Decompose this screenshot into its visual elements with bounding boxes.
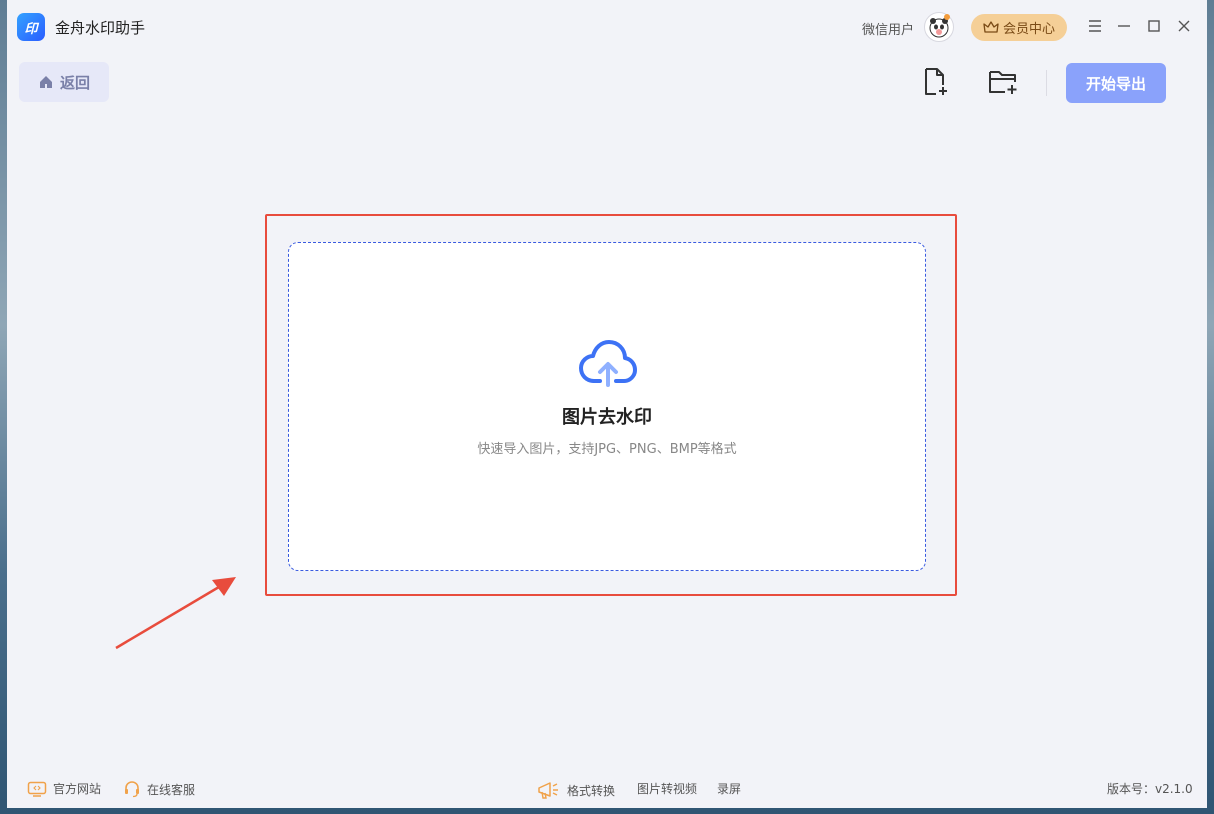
footer: 官方网站 在线客服 格式转换 图片转视频 录屏 版本号：v2.1.0 xyxy=(7,772,1207,804)
megaphone-icon xyxy=(538,782,558,799)
app-logo: 印 xyxy=(17,13,45,41)
vip-center-label: 会员中心 xyxy=(1002,22,1055,37)
home-icon xyxy=(39,76,52,88)
minimize-icon xyxy=(1118,25,1130,27)
screen-record-label: 录屏 xyxy=(717,782,742,796)
image-to-video-link[interactable]: 图片转视频 xyxy=(637,780,697,797)
website-icon xyxy=(27,781,47,797)
annotation-arrow-icon xyxy=(115,577,236,650)
official-website-link[interactable]: 官方网站 xyxy=(27,780,101,797)
user-name[interactable]: 微信用户 xyxy=(862,19,914,38)
version-label: 版本号：v2.1.0 xyxy=(1107,782,1193,796)
crown-icon xyxy=(983,20,999,33)
app-title: 金舟水印助手 xyxy=(55,19,146,37)
maximize-icon xyxy=(1148,20,1160,32)
image-to-video-label: 图片转视频 xyxy=(637,782,698,796)
panda-avatar-icon xyxy=(929,14,950,38)
title-bar: 印 金舟水印助手 微信用户 会员中心 xyxy=(7,0,1207,55)
dropzone-title: 图片去水印 xyxy=(562,407,652,428)
close-button[interactable] xyxy=(1174,16,1194,36)
avatar[interactable] xyxy=(924,12,954,42)
dropzone-subtitle: 快速导入图片，支持JPG、PNG、BMP等格式 xyxy=(477,442,737,457)
maximize-button[interactable] xyxy=(1144,16,1164,36)
online-support-label: 在线客服 xyxy=(147,782,196,797)
format-convert-link[interactable]: 格式转换 xyxy=(537,780,615,800)
cloud-upload-icon xyxy=(578,339,638,393)
menu-button[interactable] xyxy=(1085,16,1105,36)
headset-icon xyxy=(125,781,139,798)
official-website-label: 官方网站 xyxy=(53,782,102,796)
back-label: 返回 xyxy=(59,73,90,92)
minimize-button[interactable] xyxy=(1114,16,1134,36)
add-folder-button[interactable] xyxy=(987,66,1019,98)
vip-center-button[interactable]: 会员中心 xyxy=(971,14,1067,41)
close-icon xyxy=(1178,20,1190,32)
add-folder-icon xyxy=(989,71,1017,94)
format-convert-label: 格式转换 xyxy=(567,783,616,798)
toolbar-divider xyxy=(1046,70,1047,96)
start-export-button[interactable]: 开始导出 xyxy=(1066,63,1166,103)
screen-record-link[interactable]: 录屏 xyxy=(717,780,741,797)
version-info: 版本号：v2.1.0 xyxy=(1107,780,1193,797)
upload-dropzone[interactable]: 图片去水印 快速导入图片，支持JPG、PNG、BMP等格式 xyxy=(288,242,926,571)
add-file-button[interactable] xyxy=(920,66,952,98)
app-window: 印 金舟水印助手 微信用户 会员中心 返回 开始导出 图片去水印 快速导入图片，… xyxy=(7,0,1207,808)
add-file-icon xyxy=(925,68,947,95)
back-button[interactable]: 返回 xyxy=(19,62,109,102)
menu-icon xyxy=(1089,20,1101,32)
online-support-link[interactable]: 在线客服 xyxy=(123,780,195,798)
